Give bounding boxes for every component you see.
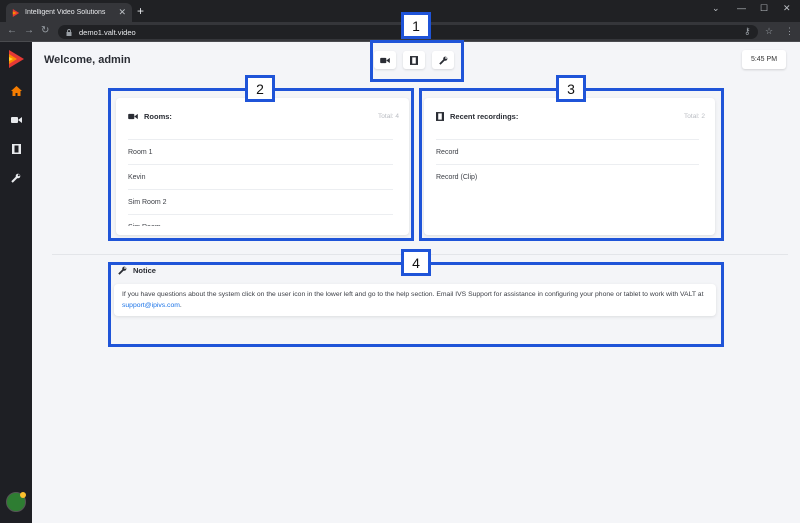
tab-title: Intelligent Video Solutions (25, 9, 106, 16)
browser-tab[interactable]: Intelligent Video Solutions ✕ (6, 3, 132, 22)
reload-icon[interactable]: ↻ (41, 26, 49, 36)
browser-menu-icon[interactable]: ⋮ (785, 26, 794, 36)
valt-logo-icon[interactable] (8, 50, 24, 68)
sidebar (0, 42, 32, 523)
annotation-label-2: 2 (245, 75, 275, 102)
bookmark-star-icon[interactable]: ☆ (765, 26, 773, 36)
browser-tab-bar: Intelligent Video Solutions ✕ + ⌄ — ☐ ✕ (0, 0, 800, 22)
sidebar-item-home[interactable] (0, 80, 32, 102)
annotation-box-1 (370, 40, 464, 82)
url-text: demo1.valt.video (79, 27, 136, 37)
annotation-label-4: 4 (401, 249, 431, 276)
annotation-box-2 (108, 88, 414, 241)
back-arrow-icon[interactable]: ← (7, 26, 17, 36)
close-window-button[interactable]: ✕ (783, 3, 791, 14)
forward-arrow-icon[interactable]: → (24, 26, 34, 36)
browser-toolbar: ← → ↻ demo1.valt.video ⚷ ☆ ⋮ (0, 22, 800, 42)
sidebar-item-admin[interactable] (0, 167, 32, 189)
key-icon[interactable]: ⚷ (744, 26, 751, 36)
tab-close-icon[interactable]: ✕ (118, 8, 126, 17)
user-avatar-button[interactable] (6, 492, 26, 512)
welcome-title: Welcome, admin (44, 54, 131, 66)
maximize-button[interactable]: ☐ (760, 3, 768, 14)
home-icon (10, 86, 22, 96)
valt-favicon-icon (12, 8, 20, 17)
minimize-button[interactable]: — (737, 3, 746, 13)
notification-dot (20, 492, 26, 498)
film-icon (11, 144, 21, 154)
new-tab-button[interactable]: + (137, 5, 144, 17)
video-camera-icon (10, 117, 22, 123)
sidebar-item-recordings[interactable] (0, 138, 32, 160)
clock-badge: 5:45 PM (742, 50, 786, 69)
sidebar-item-rooms[interactable] (0, 109, 32, 131)
annotation-box-3 (419, 88, 724, 241)
annotation-label-1: 1 (401, 12, 431, 39)
tab-search-icon[interactable]: ⌄ (712, 3, 720, 14)
wrench-icon (11, 173, 21, 183)
lock-icon (66, 28, 72, 36)
annotation-label-3: 3 (556, 75, 586, 102)
